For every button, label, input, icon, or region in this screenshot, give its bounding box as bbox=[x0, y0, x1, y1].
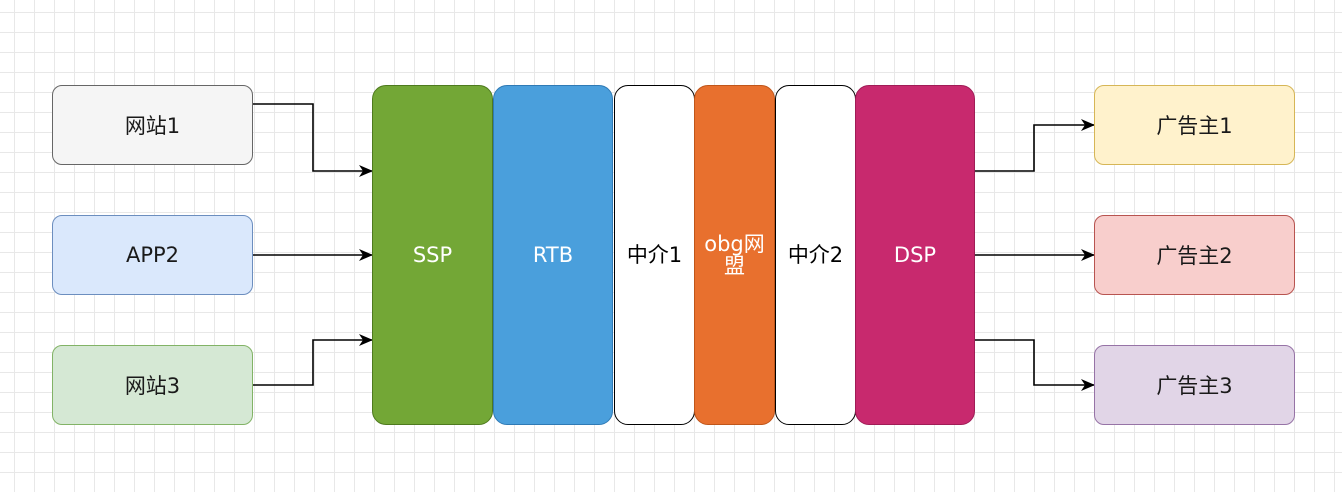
source-node-2[interactable]: APP2 bbox=[52, 215, 253, 295]
advertiser-label-2: 广告主2 bbox=[1156, 244, 1233, 268]
rtb-block[interactable]: RTB bbox=[493, 85, 613, 425]
intermediary1-block[interactable]: 中介1 bbox=[614, 85, 695, 425]
source-node-3[interactable]: 网站3 bbox=[52, 345, 253, 425]
source-node-1[interactable]: 网站1 bbox=[52, 85, 253, 165]
edge-source3-ssp bbox=[253, 334, 373, 386]
rtb-label: RTB bbox=[532, 242, 574, 267]
intermediary1-label: 中介1 bbox=[626, 242, 683, 267]
source-label-2: APP2 bbox=[125, 243, 180, 267]
advertiser-label-1: 广告主1 bbox=[1156, 114, 1233, 138]
source-label-3: 网站3 bbox=[124, 374, 181, 398]
dsp-label: DSP bbox=[893, 242, 937, 267]
edge-dsp-advertiser1 bbox=[974, 119, 1095, 172]
obg-network-block[interactable]: obg网盟 bbox=[694, 85, 775, 425]
obg-network-label: obg网盟 bbox=[704, 231, 765, 278]
source-label-1: 网站1 bbox=[124, 114, 181, 138]
intermediary2-label: 中介2 bbox=[787, 242, 844, 267]
ssp-label: SSP bbox=[412, 242, 453, 267]
edge-source1-ssp bbox=[253, 103, 373, 177]
intermediary2-block[interactable]: 中介2 bbox=[775, 85, 856, 425]
edge-dsp-advertiser3 bbox=[974, 339, 1095, 391]
advertiser-label-3: 广告主3 bbox=[1156, 374, 1233, 398]
advertiser-node-1[interactable]: 广告主1 bbox=[1094, 85, 1295, 165]
advertiser-node-2[interactable]: 广告主2 bbox=[1094, 215, 1295, 295]
advertiser-node-3[interactable]: 广告主3 bbox=[1094, 345, 1295, 425]
dsp-block[interactable]: DSP bbox=[855, 85, 975, 425]
diagram-canvas: 网站1 APP2 网站3 SSP RTB 中介1 obg网盟 中介2 DSP 广… bbox=[0, 0, 1342, 492]
ssp-block[interactable]: SSP bbox=[372, 85, 493, 425]
